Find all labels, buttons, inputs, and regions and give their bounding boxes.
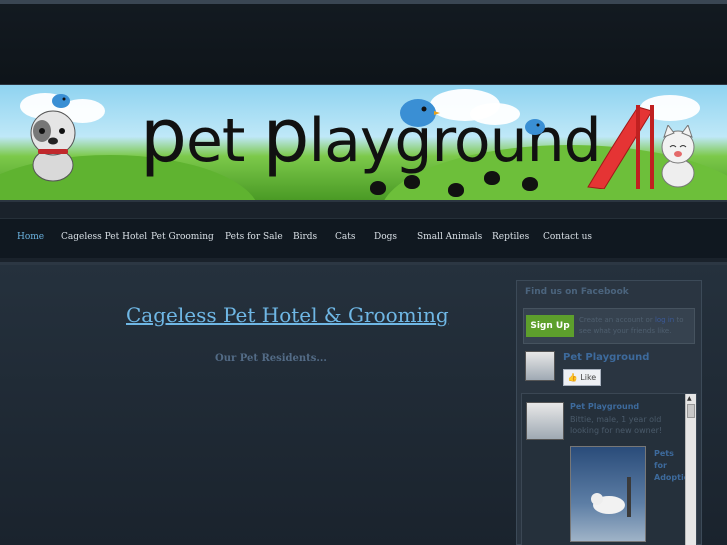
nav-item-pet-grooming[interactable]: Pet Grooming (151, 232, 214, 242)
slide-illustration-icon (587, 105, 654, 189)
bird-on-logo-icon (400, 99, 440, 127)
facebook-signup-box: Sign Up Create an account or log in to s… (523, 308, 695, 344)
small-bird-icon (525, 119, 545, 135)
nav-item-birds[interactable]: Birds (293, 232, 317, 242)
nav-item-cats[interactable]: Cats (335, 232, 356, 242)
facebook-feed[interactable]: Pet Playground Bittie, male, 1 year old … (521, 393, 697, 545)
nav-item-small-animals[interactable]: Small Animals (417, 232, 482, 242)
site-logo-title: pet playground (140, 99, 602, 176)
main-navigation: Home Cageless Pet Hotel Pet Grooming Pet… (0, 218, 727, 258)
page-title-link[interactable]: Cageless Pet Hotel & Grooming (126, 303, 449, 327)
signup-note-text: Create an account or (579, 316, 655, 324)
page-avatar[interactable] (525, 351, 555, 381)
facebook-page-name[interactable]: Pet Playground (563, 352, 649, 363)
logo-letter-p2: p (262, 93, 310, 179)
nav-item-cageless-pet-hotel[interactable]: Cageless Pet Hotel (61, 232, 147, 242)
feed-album-link[interactable]: Pets for Adoption (654, 448, 688, 484)
feed-scrollbar[interactable]: ▲ (685, 394, 696, 545)
nav-item-dogs[interactable]: Dogs (374, 232, 397, 242)
thumbs-up-icon: 👍 (567, 373, 578, 382)
facebook-widget-title: Find us on Facebook (525, 287, 629, 297)
facebook-signup-button[interactable]: Sign Up (526, 315, 574, 337)
kitten-photo-icon (591, 477, 631, 517)
facebook-signup-note: Create an account or log in to see what … (579, 315, 694, 337)
logo-word-pet: et (185, 106, 263, 176)
logo-letter-p: p (140, 93, 187, 179)
facebook-login-link[interactable]: log in (655, 316, 674, 324)
facebook-widget: Find us on Facebook Sign Up Create an ac… (516, 280, 702, 545)
facebook-like-button[interactable]: 👍 Like (563, 369, 601, 386)
nav-item-reptiles[interactable]: Reptiles (492, 232, 529, 242)
feed-post-photo[interactable] (570, 446, 646, 542)
header-area (0, 4, 727, 84)
section-subheading: Our Pet Residents... (215, 353, 327, 364)
dog-illustration-icon (30, 110, 76, 182)
scroll-up-arrow-icon[interactable]: ▲ (687, 395, 692, 402)
feed-post-author[interactable]: Pet Playground (570, 402, 639, 411)
nav-item-pets-for-sale[interactable]: Pets for Sale (225, 232, 283, 242)
cat-illustration-icon (661, 125, 695, 188)
scroll-thumb[interactable] (687, 404, 695, 418)
feed-avatar[interactable] (526, 402, 564, 440)
logo-word-playground: layground (308, 106, 601, 176)
nav-item-contact-us[interactable]: Contact us (543, 232, 592, 242)
nav-item-home[interactable]: Home (17, 232, 44, 242)
like-label: Like (580, 373, 597, 382)
site-banner[interactable]: pet playground (0, 84, 727, 202)
bird-illustration-icon (52, 94, 70, 108)
feed-post-text: Bittie, male, 1 year old looking for new… (570, 415, 663, 435)
